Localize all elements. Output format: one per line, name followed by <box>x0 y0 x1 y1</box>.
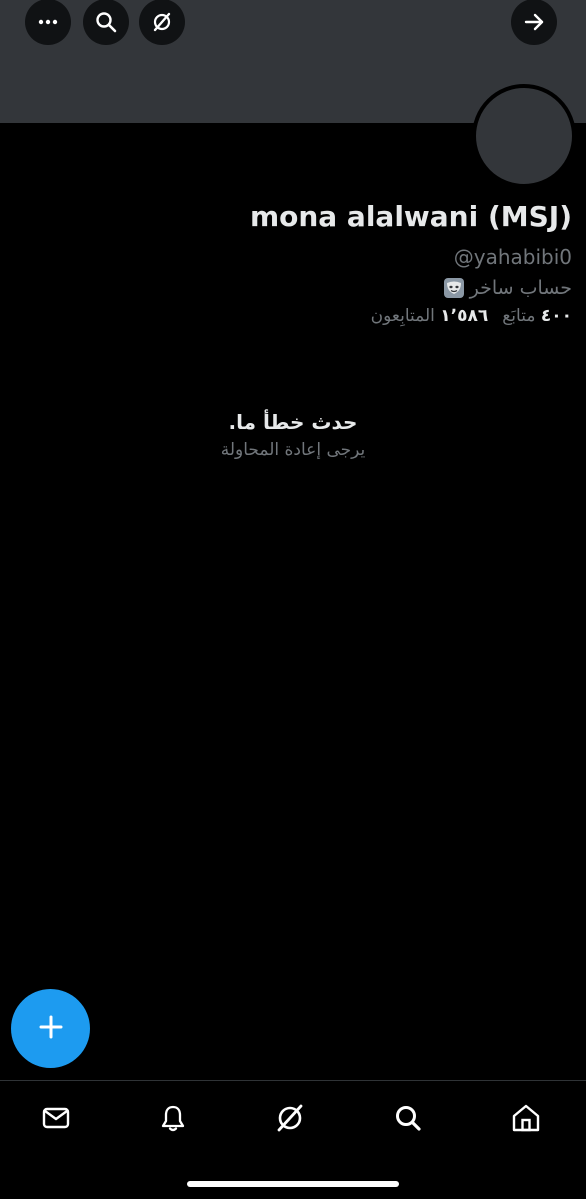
following-link[interactable]: ٤٠٠ متابَع <box>502 306 572 326</box>
followers-label: المتابِعون <box>370 306 435 326</box>
plus-icon <box>36 1012 66 1046</box>
nav-grok[interactable] <box>268 1098 312 1142</box>
following-label: متابَع <box>502 306 536 326</box>
nav-home[interactable] <box>504 1098 548 1142</box>
display-name: mona alalwani (MSJ) <box>249 200 572 233</box>
avatar[interactable] <box>472 84 576 188</box>
followers-count: ١٬٥٨٦ <box>440 306 489 326</box>
search-icon <box>94 10 118 34</box>
nav-notifications[interactable] <box>151 1098 195 1142</box>
retry-message[interactable]: يرجى إعادة المحاولة <box>0 440 586 460</box>
followers-link[interactable]: ١٬٥٨٦ المتابِعون <box>371 306 489 326</box>
home-indicator[interactable] <box>187 1181 399 1187</box>
grok-icon <box>273 1101 307 1139</box>
grok-icon <box>150 10 174 34</box>
compose-button[interactable] <box>11 989 90 1068</box>
username-handle: @yahabibi0 <box>453 245 572 269</box>
nav-search[interactable] <box>386 1098 430 1142</box>
back-arrow-icon <box>522 10 546 34</box>
notifications-icon <box>158 1103 188 1137</box>
follow-stats: ٤٠٠ متابَع ١٬٥٨٦ المتابِعون <box>371 306 572 326</box>
messages-icon <box>41 1103 71 1137</box>
more-icon <box>36 10 60 34</box>
parody-label: حساب ساخر <box>469 277 572 299</box>
parody-badge: حساب ساخر <box>443 277 572 299</box>
search-icon <box>393 1103 423 1137</box>
grok-button[interactable] <box>139 0 185 45</box>
mask-icon <box>443 278 464 298</box>
error-title: حدث خطأ ما. <box>228 410 358 434</box>
nav-messages[interactable] <box>34 1098 78 1142</box>
profile-page: mona alalwani (MSJ) @yahabibi0 حساب ساخر… <box>0 0 586 1199</box>
following-count: ٤٠٠ <box>540 306 572 326</box>
more-button[interactable] <box>25 0 71 45</box>
back-button[interactable] <box>511 0 557 45</box>
home-icon <box>510 1102 542 1138</box>
search-button[interactable] <box>83 0 129 45</box>
